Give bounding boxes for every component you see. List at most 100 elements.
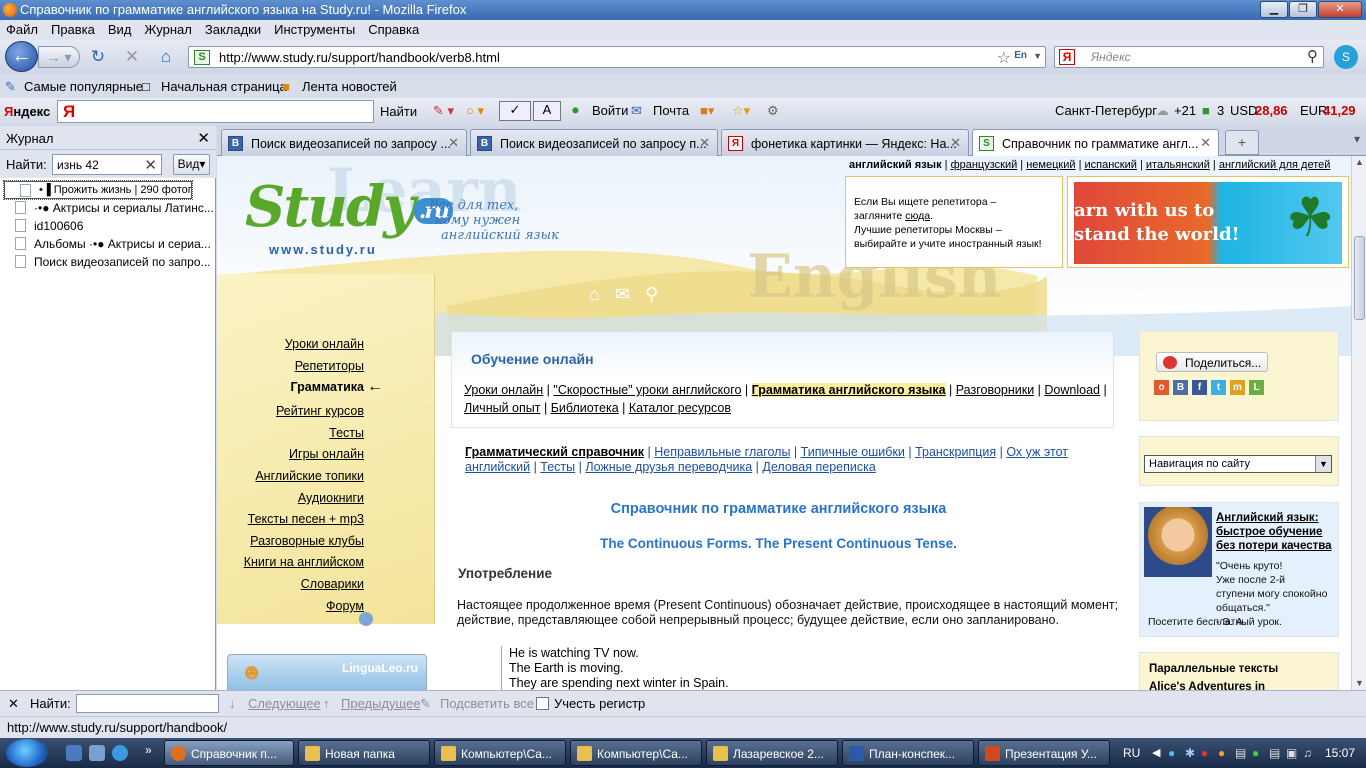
yandex-search-input[interactable]: Я: [57, 100, 374, 123]
favorites-star-icon[interactable]: ☆▾: [732, 103, 750, 119]
promo-title-link[interactable]: Английский язык: быстрое обучение без по…: [1216, 511, 1338, 553]
find-prev-button[interactable]: Предыдущее: [341, 696, 421, 711]
search-icon[interactable]: ⚲: [1307, 47, 1318, 65]
eur-value[interactable]: 41,29: [1323, 103, 1356, 118]
close-window-button[interactable]: ✕: [1318, 1, 1362, 18]
close-sidebar-icon[interactable]: ✕: [197, 129, 210, 147]
search-box[interactable]: Я Яндекс ⚲: [1054, 46, 1324, 68]
taskbar-item-computer-2[interactable]: Компьютер\Са...: [570, 740, 702, 766]
nav-games[interactable]: Игры онлайн: [289, 447, 364, 461]
bookmark-start-page[interactable]: Начальная страница: [161, 79, 287, 94]
tray-expand-icon[interactable]: ◀: [1152, 746, 1160, 759]
match-case-checkbox[interactable]: [536, 697, 549, 710]
taskbar-item-powerpoint[interactable]: Презентация У...: [978, 740, 1110, 766]
login-link[interactable]: Войти: [592, 103, 628, 118]
traffic-value[interactable]: 3: [1217, 103, 1224, 118]
highlight-all-button[interactable]: Подсветить все: [440, 696, 534, 711]
nav-audiobooks[interactable]: Аудиокниги: [298, 491, 364, 505]
taskbar-item-folder[interactable]: Новая папка: [298, 740, 430, 766]
usd-value[interactable]: 28,86: [1255, 103, 1288, 118]
close-findbar-icon[interactable]: ✕: [8, 696, 19, 712]
nav-online-lessons[interactable]: Уроки онлайн: [285, 337, 364, 351]
lang-german[interactable]: немецкий: [1026, 159, 1075, 171]
link-speed-lessons[interactable]: "Скоростные" уроки английского: [553, 383, 741, 397]
lang-english-kids[interactable]: английский для детей: [1219, 159, 1331, 171]
login-icon[interactable]: ⚫: [570, 103, 581, 119]
lingualeo-banner[interactable]: ☻ LinguaLeo.ru: [227, 654, 427, 690]
new-tab-button[interactable]: +: [1225, 130, 1259, 155]
sidebar-view-button[interactable]: Вид▾: [173, 154, 210, 175]
site-logo[interactable]: Study .ru: [245, 174, 453, 240]
language-indicator[interactable]: RU: [1123, 746, 1140, 760]
bookmark-popular[interactable]: Самые популярные: [24, 79, 143, 94]
temperature-value[interactable]: +21: [1174, 103, 1196, 118]
link-download[interactable]: Download: [1044, 383, 1100, 397]
skype-tray-icon[interactable]: ●: [1168, 746, 1175, 760]
city-label[interactable]: Санкт-Петербург: [1055, 103, 1157, 118]
mail-icon[interactable]: ✉: [631, 103, 642, 119]
lang-italian[interactable]: итальянский: [1146, 159, 1210, 171]
link-grammar[interactable]: Грамматика английского языка: [751, 383, 946, 397]
maximize-button[interactable]: ❐: [1289, 1, 1317, 18]
update-icon[interactable]: ●: [1218, 746, 1225, 760]
skype-icon[interactable]: S: [1334, 45, 1358, 69]
nav-speaking-clubs[interactable]: Разговорные клубы: [250, 534, 364, 548]
tab-list-icon[interactable]: ▾: [1354, 132, 1360, 146]
menu-edit[interactable]: Правка: [45, 20, 102, 37]
link-resource-catalog[interactable]: Каталог ресурсов: [629, 401, 731, 415]
social-odnoklassniki-icon[interactable]: o: [1154, 380, 1169, 395]
close-tab-icon[interactable]: ✕: [1200, 135, 1211, 151]
link-grammar-handbook[interactable]: Грамматический справочник: [465, 445, 644, 459]
link-typical-errors[interactable]: Типичные ошибки: [801, 445, 905, 459]
parallel-text-item[interactable]: Alice's Adventures in: [1149, 681, 1265, 690]
history-item[interactable]: •▐ Прожить жизнь | 290 фотог...: [3, 180, 193, 200]
menu-bookmarks[interactable]: Закладки: [199, 20, 268, 37]
spellcheck-icon[interactable]: ✓: [499, 101, 531, 121]
taskbar-item-firefox[interactable]: Справочник п...: [164, 740, 294, 766]
findbar-input[interactable]: [76, 694, 219, 713]
search-icon[interactable]: ⚲: [645, 284, 658, 304]
forward-button[interactable]: → ▾: [38, 46, 80, 68]
promo-cta[interactable]: Посетите бесплатный урок.: [1148, 615, 1282, 629]
close-tab-icon[interactable]: ✕: [448, 135, 459, 151]
social-moimir-icon[interactable]: m: [1230, 380, 1245, 395]
history-item[interactable]: ·•● Актрисы и сериалы Латинс...: [0, 199, 216, 217]
link-business-letters[interactable]: Деловая переписка: [762, 460, 875, 474]
tab-study-ru[interactable]: S Справочник по грамматике англ... ✕: [972, 129, 1219, 157]
social-livejournal-icon[interactable]: L: [1249, 380, 1264, 395]
show-desktop-icon[interactable]: [66, 745, 82, 761]
reload-icon[interactable]: ↻: [88, 47, 108, 67]
nav-forum[interactable]: Форум: [326, 599, 364, 613]
history-item[interactable]: Альбомы ·•● Актрисы и сериа...: [0, 235, 216, 253]
home-icon[interactable]: ⌂: [156, 47, 176, 67]
link-false-friends[interactable]: Ложные друзья переводчика: [585, 460, 752, 474]
taskbar-item-word[interactable]: План-конспек...: [842, 740, 974, 766]
tab-yandex-images[interactable]: Яфонетика картинки — Яндекс: На... ✕: [721, 129, 969, 156]
chat-icon[interactable]: ○ ▾: [466, 103, 484, 119]
stop-icon[interactable]: ✕: [122, 47, 142, 67]
nav-grammar[interactable]: Грамматика: [291, 380, 365, 394]
bookmark-star-icon[interactable]: ☆: [997, 48, 1011, 68]
link-phrasebooks[interactable]: Разговорники: [956, 383, 1034, 397]
scroll-up-icon[interactable]: ▲: [1355, 157, 1364, 167]
nav-tests[interactable]: Тесты: [329, 426, 364, 440]
volume-icon[interactable]: ♫: [1303, 746, 1312, 760]
link-online-lessons[interactable]: Уроки онлайн: [464, 383, 543, 397]
network-icon[interactable]: ▤: [1235, 746, 1246, 760]
close-tab-icon[interactable]: ✕: [950, 135, 961, 151]
start-button[interactable]: [6, 739, 48, 767]
nav-books[interactable]: Книги на английском: [244, 555, 364, 569]
yandex-search-engine-icon[interactable]: Я: [1059, 49, 1075, 65]
back-button[interactable]: ←: [5, 41, 38, 72]
share-button[interactable]: Поделиться...: [1156, 352, 1268, 372]
clock[interactable]: 15:07: [1325, 746, 1355, 760]
printer-icon[interactable]: ▤: [1269, 746, 1280, 760]
sidebar-search-input[interactable]: изнь 42 ✕: [52, 154, 162, 175]
history-item[interactable]: Поиск видеозаписей по запро...: [0, 253, 216, 271]
settings-gear-icon[interactable]: ⚙: [767, 103, 779, 119]
tab-video-search-2[interactable]: В Поиск видеозаписей по запросу п... ✕: [470, 129, 718, 156]
menu-tools[interactable]: Инструменты: [268, 20, 362, 37]
pencil-icon[interactable]: ✎ ▾: [433, 103, 454, 119]
link-personal-experience[interactable]: Личный опыт: [464, 401, 540, 415]
social-twitter-icon[interactable]: t: [1211, 380, 1226, 395]
